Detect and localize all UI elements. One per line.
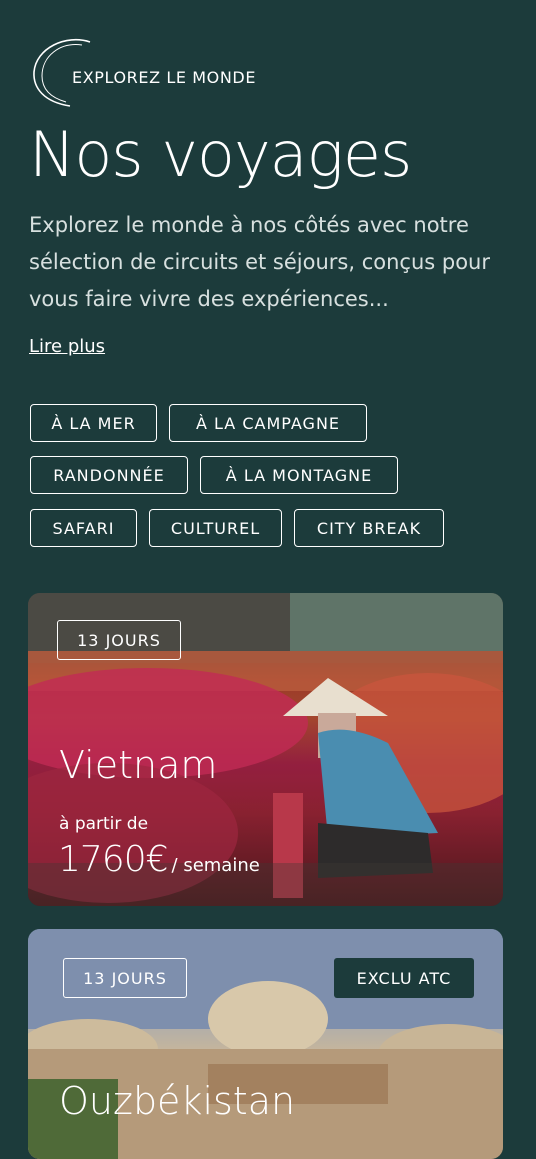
card-title: Ouzbékistan	[59, 1079, 296, 1123]
price-from-label: à partir de	[59, 814, 149, 834]
trip-card-ouzbekistan[interactable]: 13 JOURS EXCLU ATC Ouzbékistan	[28, 929, 503, 1159]
price-row: 1760€ / semaine	[58, 839, 260, 880]
exclusive-badge: EXCLU ATC	[334, 958, 474, 998]
eyebrow-label: EXPLOREZ LE MONDE	[72, 68, 257, 87]
filter-city-break[interactable]: CITY BREAK	[294, 509, 444, 547]
filter-safari[interactable]: SAFARI	[30, 509, 137, 547]
read-more-link[interactable]: Lire plus	[29, 336, 105, 357]
filter-randonnee[interactable]: RANDONNÉE	[30, 456, 188, 494]
intro-text: Explorez le monde à nos côtés avec notre…	[29, 213, 490, 311]
page-title: Nos voyages	[29, 118, 412, 191]
filter-a-la-mer[interactable]: À LA MER	[30, 404, 157, 442]
filter-culturel[interactable]: CULTUREL	[149, 509, 282, 547]
price-unit: / semaine	[171, 855, 260, 876]
duration-badge: 13 JOURS	[57, 620, 181, 660]
trip-card-vietnam[interactable]: 13 JOURS Vietnam à partir de 1760€ / sem…	[28, 593, 503, 906]
price-value: 1760€	[58, 839, 169, 880]
card-title: Vietnam	[59, 743, 218, 787]
filter-a-la-montagne[interactable]: À LA MONTAGNE	[200, 456, 398, 494]
duration-badge: 13 JOURS	[63, 958, 187, 998]
filter-a-la-campagne[interactable]: À LA CAMPAGNE	[169, 404, 367, 442]
